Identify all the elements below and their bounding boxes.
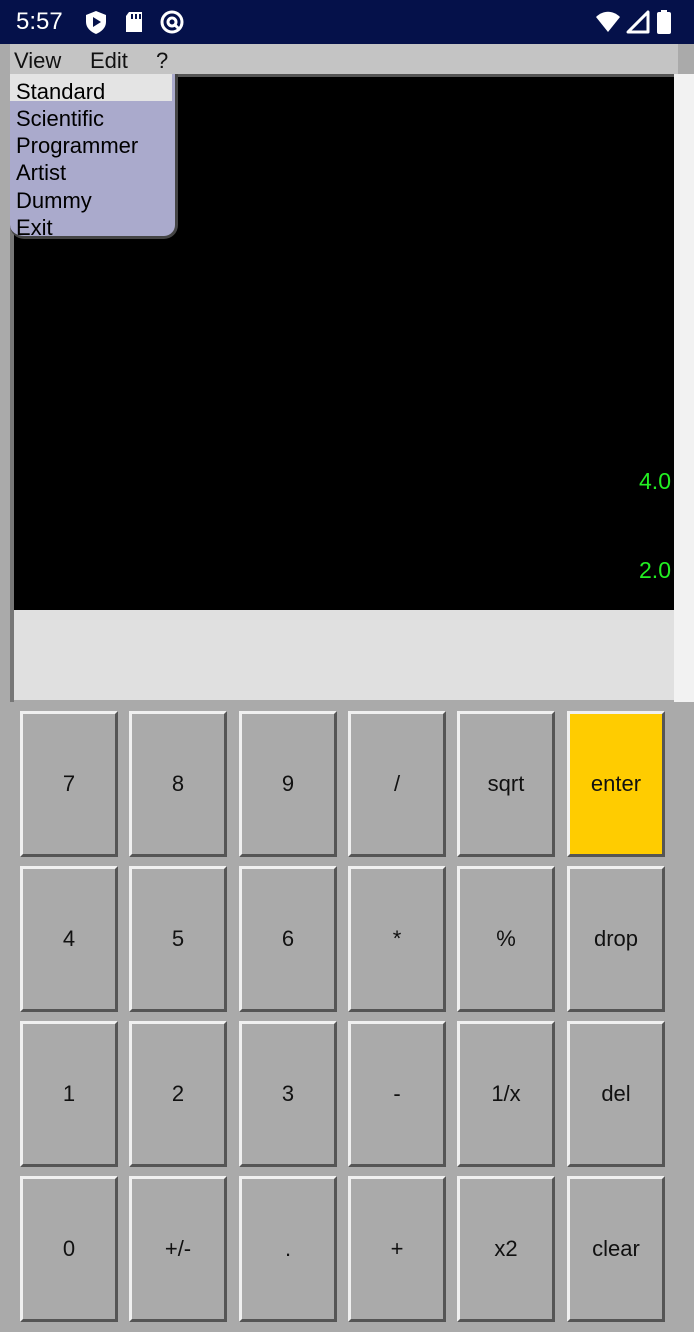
key-drop[interactable]: drop bbox=[567, 866, 665, 1012]
key-percent[interactable]: % bbox=[457, 866, 555, 1012]
menu-item-artist[interactable]: Artist bbox=[16, 160, 66, 186]
menu-item-dummy[interactable]: Dummy bbox=[16, 188, 92, 214]
menu-help[interactable]: ? bbox=[156, 48, 168, 74]
menu-edit[interactable]: Edit bbox=[90, 48, 128, 74]
menu-item-standard[interactable]: Standard bbox=[16, 79, 105, 105]
menu-item-programmer[interactable]: Programmer bbox=[16, 133, 138, 159]
stack-value: 2.0 bbox=[639, 557, 671, 583]
key-4[interactable]: 4 bbox=[20, 866, 118, 1012]
key-multiply[interactable]: * bbox=[348, 866, 446, 1012]
menu-item-exit[interactable]: Exit bbox=[16, 215, 53, 236]
key-6[interactable]: 6 bbox=[239, 866, 337, 1012]
play-protect-icon bbox=[82, 8, 110, 36]
menu-item-scientific[interactable]: Scientific bbox=[16, 106, 104, 132]
key-negate[interactable]: +/- bbox=[129, 1176, 227, 1322]
wifi-icon bbox=[594, 8, 622, 36]
key-7[interactable]: 7 bbox=[20, 711, 118, 857]
menu-view[interactable]: View bbox=[14, 48, 61, 74]
sd-card-icon bbox=[120, 8, 148, 36]
key-add[interactable]: + bbox=[348, 1176, 446, 1322]
window-right-edge bbox=[674, 74, 694, 702]
key-reciprocal[interactable]: 1/x bbox=[457, 1021, 555, 1167]
key-9[interactable]: 9 bbox=[239, 711, 337, 857]
data-saver-icon bbox=[158, 8, 186, 36]
key-square[interactable]: x2 bbox=[457, 1176, 555, 1322]
view-menu-dropdown: Standard Scientific Programmer Artist Du… bbox=[10, 74, 178, 239]
input-line[interactable] bbox=[14, 610, 674, 700]
key-divide[interactable]: / bbox=[348, 711, 446, 857]
stack-value: 4.0 bbox=[639, 468, 671, 494]
key-0[interactable]: 0 bbox=[20, 1176, 118, 1322]
key-1[interactable]: 1 bbox=[20, 1021, 118, 1167]
key-3[interactable]: 3 bbox=[239, 1021, 337, 1167]
key-decimal[interactable]: . bbox=[239, 1176, 337, 1322]
key-5[interactable]: 5 bbox=[129, 866, 227, 1012]
key-subtract[interactable]: - bbox=[348, 1021, 446, 1167]
status-bar: 5:57 bbox=[0, 0, 694, 44]
keypad: 7 8 9 / sqrt enter 4 5 6 * % drop 1 2 3 … bbox=[10, 702, 676, 1332]
battery-icon bbox=[654, 8, 674, 36]
key-2[interactable]: 2 bbox=[129, 1021, 227, 1167]
status-time: 5:57 bbox=[16, 8, 63, 35]
key-sqrt[interactable]: sqrt bbox=[457, 711, 555, 857]
key-enter[interactable]: enter bbox=[567, 711, 665, 857]
key-8[interactable]: 8 bbox=[129, 711, 227, 857]
signal-icon bbox=[624, 8, 652, 36]
menu-bar: View Edit ? bbox=[10, 44, 678, 77]
key-clear[interactable]: clear bbox=[567, 1176, 665, 1322]
key-del[interactable]: del bbox=[567, 1021, 665, 1167]
